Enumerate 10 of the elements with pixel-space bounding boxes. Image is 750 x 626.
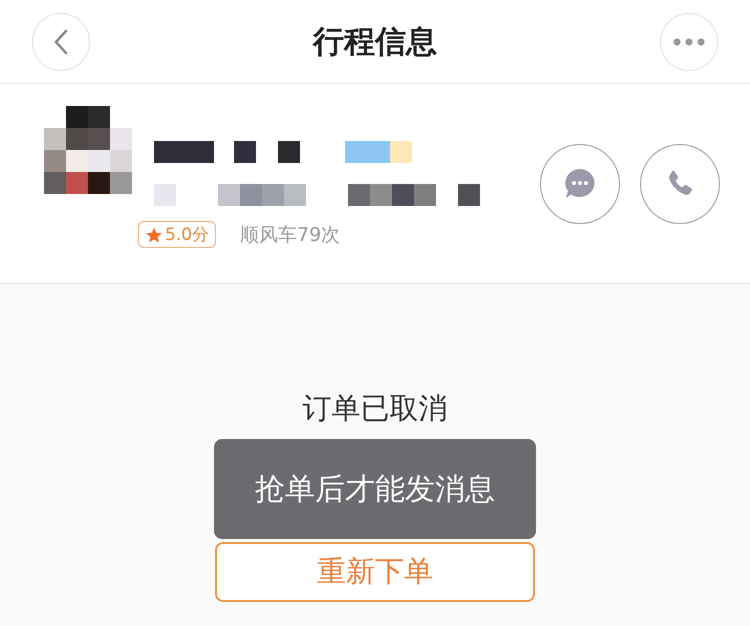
- chat-bubble-icon: [563, 166, 597, 200]
- order-status: 订单已取消: [302, 390, 448, 427]
- reorder-button[interactable]: 重新下单: [215, 542, 535, 602]
- page-title: 行程信息: [313, 22, 437, 62]
- star-icon: [145, 226, 163, 244]
- toast-message: 抢单后才能发消息: [214, 439, 536, 539]
- back-icon: [53, 28, 69, 54]
- trip-count: 顺风车79次: [240, 222, 340, 248]
- more-icon: [673, 38, 705, 46]
- rating-score: 5.0分: [165, 224, 210, 246]
